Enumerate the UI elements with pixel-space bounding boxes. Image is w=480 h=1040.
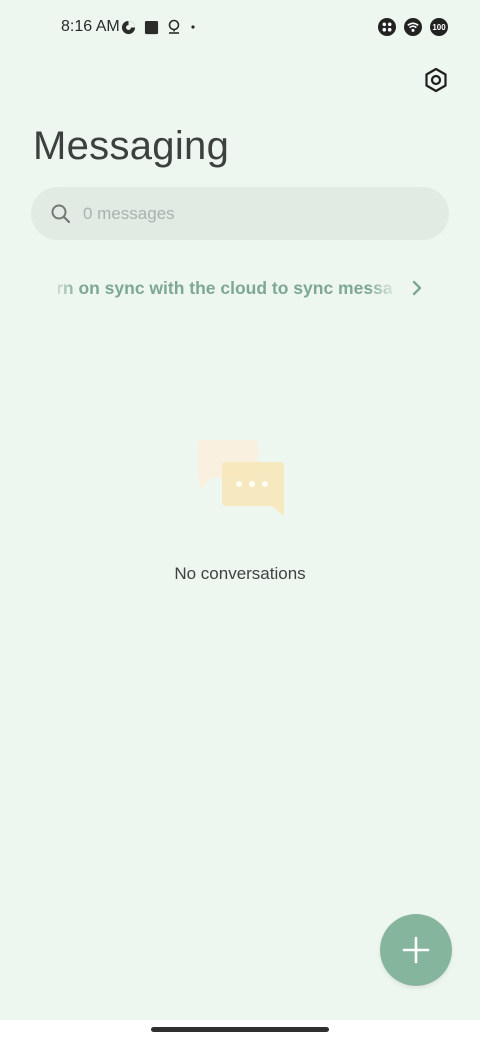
home-indicator[interactable]: [151, 1027, 329, 1032]
sync-banner[interactable]: Turn on sync with the cloud to sync mess…: [58, 272, 430, 304]
status-left-icons: [121, 19, 197, 35]
wifi-icon: [404, 18, 422, 36]
sync-banner-text: Turn on sync with the cloud to sync mess…: [58, 277, 392, 298]
search-icon: [50, 203, 72, 225]
settings-button[interactable]: [420, 64, 452, 96]
empty-state-text: No conversations: [174, 564, 306, 583]
page-title: Messaging: [33, 124, 230, 168]
data-saver-icon: [121, 20, 136, 35]
navigation-bar: [0, 1020, 480, 1040]
status-time: 8:16 AM: [61, 18, 120, 35]
plus-icon: [402, 936, 430, 964]
dot-icon: [189, 23, 197, 31]
sync-banner-text-container: Turn on sync with the cloud to sync mess…: [58, 278, 392, 299]
chat-bubbles-illustration: [196, 438, 286, 518]
app-grid-icon: [378, 18, 396, 36]
search-bar[interactable]: [31, 187, 449, 240]
new-conversation-button[interactable]: [380, 914, 452, 986]
battery-icon: 100: [430, 18, 448, 36]
status-bar: 8:16 AM 100: [0, 0, 480, 56]
location-icon: [167, 19, 181, 35]
settings-icon: [423, 67, 449, 93]
square-notification-icon: [144, 20, 159, 35]
chevron-right-icon: [410, 278, 424, 303]
search-input[interactable]: [81, 202, 425, 225]
status-right-icons: 100: [378, 18, 448, 36]
